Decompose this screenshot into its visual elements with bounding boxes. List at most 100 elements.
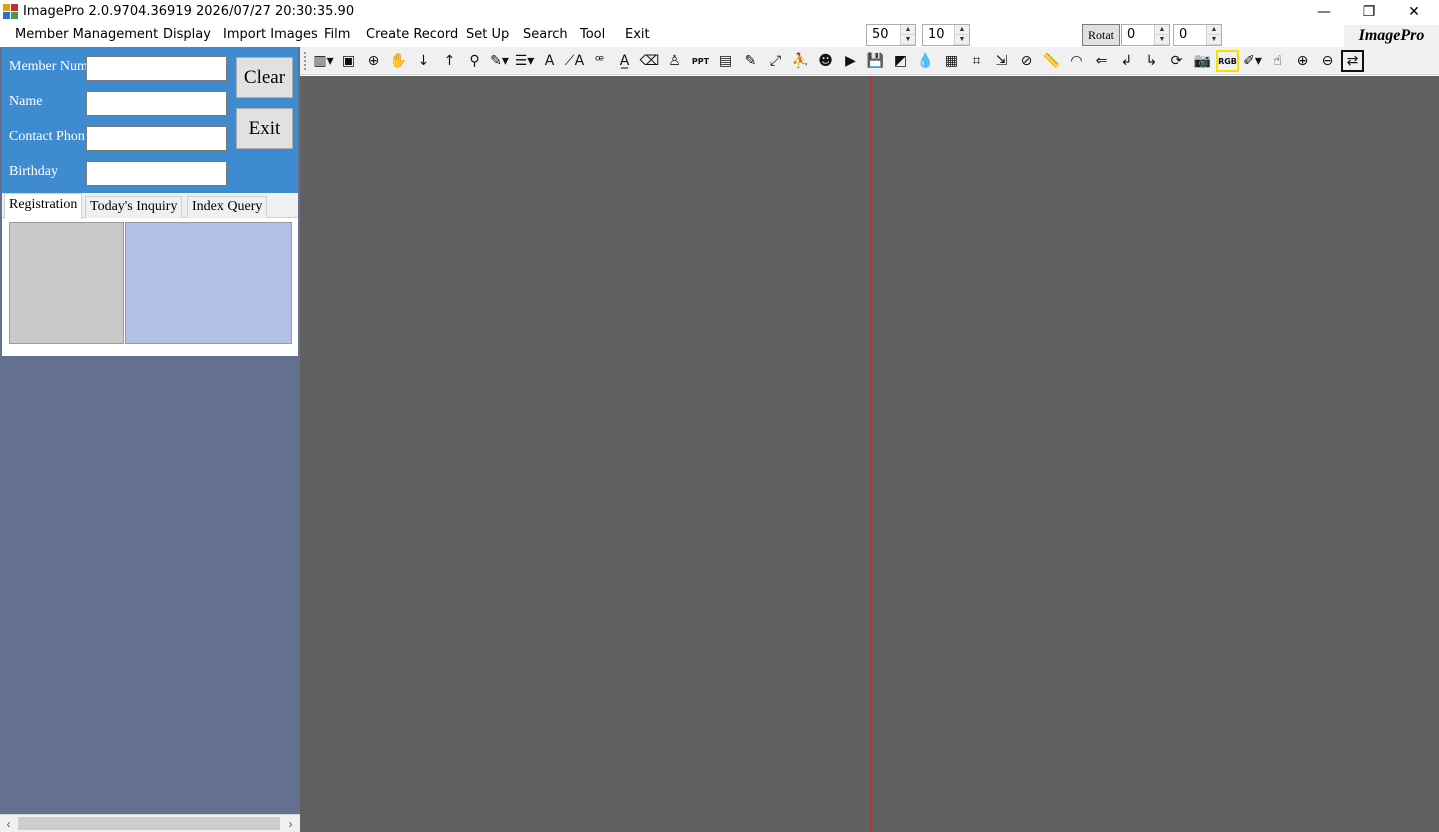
scroll-thumb[interactable]	[18, 817, 280, 830]
arrow-down-icon[interactable]: ↓	[412, 50, 435, 72]
spin-rotate-1[interactable]: 0 ▲ ▼	[1121, 24, 1170, 46]
text-angle-icon[interactable]: ⟋A	[563, 50, 586, 72]
arrow-up-icon[interactable]: ↑	[438, 50, 461, 72]
ppt-icon[interactable]: PPT	[689, 50, 712, 72]
dicom-icon[interactable]: ▤	[714, 50, 737, 72]
save-icon[interactable]: 💾	[864, 50, 887, 72]
text-underline-icon[interactable]: A̲	[613, 50, 636, 72]
close-button[interactable]: ✕	[1391, 0, 1437, 23]
minimize-button[interactable]: —	[1301, 0, 1347, 23]
split-divider[interactable]	[870, 76, 872, 832]
stamp-icon[interactable]: ♙	[663, 50, 686, 72]
spin-value-2-arrows[interactable]: ▲ ▼	[954, 25, 969, 45]
tab-index-query[interactable]: Index Query	[187, 196, 268, 218]
scroll-right-icon[interactable]: ›	[282, 816, 299, 832]
zoom-out-icon[interactable]: ⊖	[1316, 50, 1339, 72]
spin-value-2-text: 10	[928, 27, 945, 42]
spin-up-icon[interactable]: ▲	[1207, 25, 1221, 35]
fullscreen-icon[interactable]: ⤢	[764, 50, 787, 72]
layout-dropdown-icon[interactable]: ▥▾	[312, 50, 335, 72]
spin-rotate-1-text: 0	[1127, 27, 1136, 42]
menu-set-up[interactable]: Set Up	[466, 27, 509, 43]
brand-label: ImagePro	[1344, 25, 1439, 47]
image-viewer[interactable]	[300, 76, 1439, 832]
spin-value-1-text: 50	[872, 27, 889, 42]
spin-rotate-1-arrows[interactable]: ▲ ▼	[1154, 25, 1169, 45]
menu-tool[interactable]: Tool	[580, 27, 605, 43]
turn-left-icon[interactable]: ↲	[1115, 50, 1138, 72]
rgb-icon[interactable]: RGB	[1216, 50, 1239, 72]
camera-icon[interactable]: 📷	[1191, 50, 1214, 72]
protractor-icon[interactable]: ◠	[1065, 50, 1088, 72]
line-width-dropdown-icon[interactable]: ☰▾	[513, 50, 536, 72]
tab-panel: Registration Today's Inquiry Index Query	[2, 193, 298, 356]
swap-icon[interactable]: ⇄	[1341, 50, 1364, 72]
restore-button[interactable]: ❐	[1346, 0, 1392, 23]
menu-exit[interactable]: Exit	[625, 27, 650, 43]
tab-registration[interactable]: Registration	[4, 193, 83, 219]
title-bar: ImagePro 2.0.9704.36919 2026/07/27 20:30…	[0, 0, 1439, 23]
spin-value-2[interactable]: 10 ▲ ▼	[922, 24, 970, 46]
left-panel: Member Num Name Contact Phon Birthday Cl…	[0, 47, 300, 832]
contact-phone-input[interactable]	[86, 126, 227, 151]
birthday-input[interactable]	[86, 161, 227, 186]
eraser-icon[interactable]: ⌫	[638, 50, 661, 72]
play-icon[interactable]: ▶	[839, 50, 862, 72]
menu-create-record[interactable]: Create Record	[366, 27, 458, 43]
menu-search[interactable]: Search	[523, 27, 568, 43]
member-num-input[interactable]	[86, 56, 227, 81]
exit-button[interactable]: Exit	[236, 108, 293, 149]
spin-up-icon[interactable]: ▲	[955, 25, 969, 35]
spin-value-1[interactable]: 50 ▲ ▼	[866, 24, 916, 46]
app-icon	[3, 4, 18, 19]
edit-lock-icon[interactable]: ✎	[739, 50, 762, 72]
menu-display[interactable]: Display	[163, 27, 211, 43]
image-preview-right[interactable]	[125, 222, 292, 344]
spin-up-icon[interactable]: ▲	[901, 25, 915, 35]
magnifier-icon[interactable]: ⚲	[463, 50, 486, 72]
spin-down-icon[interactable]: ▼	[1207, 35, 1221, 45]
spin-down-icon[interactable]: ▼	[1155, 35, 1169, 45]
tab-todays-inquiry[interactable]: Today's Inquiry	[85, 196, 183, 218]
tab-strip: Registration Today's Inquiry Index Query	[2, 193, 298, 219]
menu-import-images[interactable]: Import Images	[223, 27, 318, 43]
spin-rotate-2[interactable]: 0 ▲ ▼	[1173, 24, 1222, 46]
spin-down-icon[interactable]: ▼	[955, 35, 969, 45]
member-form: Member Num Name Contact Phon Birthday Cl…	[2, 47, 298, 193]
refresh-icon[interactable]: ⟳	[1165, 50, 1188, 72]
hand-touch-icon[interactable]: ☝	[1266, 50, 1289, 72]
person-icon[interactable]: ☻	[814, 50, 837, 72]
hand-icon[interactable]: ✋	[387, 50, 410, 72]
spin-up-icon[interactable]: ▲	[1155, 25, 1169, 35]
resize-icon[interactable]: ⇲	[990, 50, 1013, 72]
text-icon[interactable]: A	[538, 50, 561, 72]
menu-film[interactable]: Film	[324, 27, 350, 43]
find-text-icon[interactable]: ꟹ	[588, 50, 611, 72]
person-frame-icon[interactable]: ⛹	[789, 50, 812, 72]
brush-dropdown-icon[interactable]: ✐▾	[1241, 50, 1264, 72]
horizontal-scrollbar[interactable]: ‹ ›	[0, 814, 300, 832]
crop-icon[interactable]: ⌗	[965, 50, 988, 72]
back-icon[interactable]: ⇐	[1090, 50, 1113, 72]
cancel-icon[interactable]: ⊘	[1015, 50, 1038, 72]
contrast-icon[interactable]: ◩	[889, 50, 912, 72]
ruler-icon[interactable]: 📏	[1040, 50, 1063, 72]
zoom-all-icon[interactable]: ⊕	[362, 50, 385, 72]
name-input[interactable]	[86, 91, 227, 116]
spin-rotate-2-arrows[interactable]: ▲ ▼	[1206, 25, 1221, 45]
pen-dropdown-icon[interactable]: ✎▾	[488, 50, 511, 72]
menu-bar: Member Management Display Import Images …	[0, 23, 1439, 47]
spin-down-icon[interactable]: ▼	[901, 35, 915, 45]
menu-member-management[interactable]: Member Management	[15, 27, 158, 43]
spin-value-1-arrows[interactable]: ▲ ▼	[900, 25, 915, 45]
zoom-in-icon[interactable]: ⊕	[1291, 50, 1314, 72]
rotate-button[interactable]: Rotat	[1082, 24, 1120, 46]
toolbar-grip[interactable]	[304, 52, 307, 70]
portrait-icon[interactable]: ▣	[337, 50, 360, 72]
grid-icon[interactable]: ▦	[940, 50, 963, 72]
turn-right-icon[interactable]: ↳	[1140, 50, 1163, 72]
scroll-left-icon[interactable]: ‹	[0, 816, 17, 832]
clear-button[interactable]: Clear	[236, 57, 293, 98]
image-preview-left[interactable]	[9, 222, 124, 344]
drop-icon[interactable]: 💧	[914, 50, 937, 72]
